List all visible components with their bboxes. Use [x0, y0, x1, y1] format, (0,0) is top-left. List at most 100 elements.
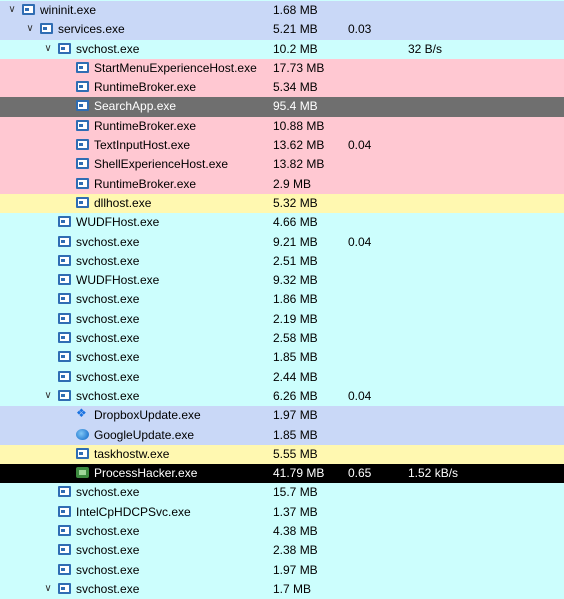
process-name: StartMenuExperienceHost.exe — [94, 60, 257, 75]
process-row[interactable]: WUDFHost.exe 9.32 MB — [0, 271, 564, 291]
process-hacker-window: { "processes": [ {"name":"wininit.exe","… — [0, 0, 564, 599]
chevron-down-icon[interactable]: ∨ — [42, 582, 54, 596]
process-tree: ∨ wininit.exe 1.68 MB ∨ services.exe 5.21 MB 0… — [0, 1, 564, 599]
window-icon — [58, 254, 71, 266]
process-row[interactable]: svchost.exe 4.38 MB — [0, 522, 564, 542]
process-name: RuntimeBroker.exe — [94, 80, 197, 95]
private-bytes-cell: 1.85 MB — [273, 427, 318, 442]
process-name: svchost.exe — [76, 350, 140, 365]
process-name: WUDFHost.exe — [76, 215, 160, 230]
process-row[interactable]: IntelCpHDCPSvc.exe 1.37 MB — [0, 502, 564, 523]
private-bytes-cell: 1.7 MB — [273, 581, 312, 596]
process-name: svchost.exe — [76, 253, 140, 268]
process-name: svchost.exe — [76, 292, 140, 307]
process-name: RuntimeBroker.exe — [94, 176, 197, 191]
private-bytes-cell: 10.2 MB — [273, 41, 318, 56]
process-row[interactable]: svchost.exe 9.21 MB 0.04 — [0, 232, 564, 252]
process-row[interactable]: RuntimeBroker.exe 2.9 MB — [0, 174, 564, 194]
process-row[interactable]: dllhost.exe 5.32 MB — [0, 193, 564, 214]
window-icon — [58, 582, 71, 594]
process-name: GoogleUpdate.exe — [94, 427, 195, 442]
window-icon — [22, 4, 35, 15]
process-name: svchost.exe — [76, 388, 140, 403]
private-bytes-cell: 1.86 MB — [273, 292, 318, 307]
chevron-down-icon[interactable]: ∨ — [42, 42, 54, 56]
process-row[interactable]: svchost.exe 2.19 MB — [0, 309, 564, 330]
process-row[interactable]: taskhostw.exe 5.55 MB — [0, 444, 564, 465]
process-name: svchost.exe — [76, 311, 140, 326]
process-row[interactable]: ∨ services.exe 5.21 MB 0.03 — [0, 20, 564, 40]
window-icon — [58, 235, 71, 247]
process-row[interactable]: svchost.exe 2.58 MB — [0, 329, 564, 349]
cpu-cell: 0.04 — [348, 388, 372, 403]
private-bytes-cell: 6.26 MB — [273, 388, 318, 403]
process-name: svchost.exe — [76, 562, 140, 577]
dropbox-icon — [76, 406, 89, 420]
window-icon — [58, 525, 71, 537]
window-icon — [58, 486, 71, 498]
window-icon — [58, 563, 71, 575]
private-bytes-cell: 2.19 MB — [273, 311, 318, 326]
window-icon — [76, 177, 89, 189]
process-row[interactable]: svchost.exe 1.85 MB — [0, 348, 564, 368]
process-row[interactable]: svchost.exe 1.97 MB — [0, 560, 564, 580]
chevron-down-icon[interactable]: ∨ — [24, 22, 36, 36]
process-row[interactable]: RuntimeBroker.exe 5.34 MB — [0, 78, 564, 98]
process-name: WUDFHost.exe — [76, 273, 160, 288]
private-bytes-cell: 2.58 MB — [273, 331, 318, 346]
private-bytes-cell: 1.97 MB — [273, 562, 318, 577]
private-bytes-cell: 5.32 MB — [273, 195, 318, 210]
process-row[interactable]: ∨ svchost.exe 6.26 MB 0.04 — [0, 386, 564, 407]
window-icon — [58, 216, 71, 228]
process-row[interactable]: ∨ svchost.exe 1.7 MB — [0, 579, 564, 599]
process-name: SearchApp.exe — [94, 99, 177, 114]
process-name: ShellExperienceHost.exe — [94, 157, 229, 172]
process-name: svchost.exe — [76, 41, 140, 56]
process-row[interactable]: svchost.exe 2.44 MB — [0, 367, 564, 387]
process-row[interactable]: svchost.exe 2.51 MB — [0, 251, 564, 272]
private-bytes-cell: 2.9 MB — [273, 176, 312, 191]
process-row[interactable]: ∨ wininit.exe 1.68 MB — [0, 1, 564, 21]
window-icon — [40, 23, 53, 35]
process-row[interactable]: ∨ svchost.exe 10.2 MB 32 B/s — [0, 39, 564, 59]
window-icon — [58, 293, 71, 305]
process-name: DropboxUpdate.exe — [94, 408, 201, 423]
private-bytes-cell: 1.97 MB — [273, 408, 318, 423]
window-icon — [76, 61, 89, 73]
private-bytes-cell: 13.62 MB — [273, 138, 325, 153]
google-update-icon — [76, 428, 89, 440]
process-name: services.exe — [58, 22, 125, 37]
process-row[interactable]: RuntimeBroker.exe 10.88 MB — [0, 116, 564, 137]
process-row[interactable]: svchost.exe 15.7 MB — [0, 483, 564, 503]
private-bytes-cell: 2.51 MB — [273, 253, 318, 268]
process-row[interactable]: StartMenuExperienceHost.exe 17.73 MB — [0, 58, 564, 79]
chevron-down-icon[interactable]: ∨ — [42, 389, 54, 403]
process-name: wininit.exe — [40, 3, 97, 17]
process-row[interactable]: WUDFHost.exe 4.66 MB — [0, 213, 564, 233]
chevron-down-icon[interactable]: ∨ — [6, 3, 18, 17]
process-name: RuntimeBroker.exe — [94, 118, 197, 133]
private-bytes-cell: 17.73 MB — [273, 60, 325, 75]
private-bytes-cell: 5.55 MB — [273, 446, 318, 461]
process-name: TextInputHost.exe — [94, 138, 191, 153]
process-row[interactable]: ProcessHacker.exe 41.79 MB 0.65 1.52 kB/s — [0, 464, 564, 484]
process-row[interactable]: GoogleUpdate.exe 1.85 MB — [0, 425, 564, 445]
process-row[interactable]: svchost.exe 1.86 MB — [0, 290, 564, 310]
window-icon — [58, 370, 71, 382]
process-row[interactable]: ShellExperienceHost.exe 13.82 MB — [0, 155, 564, 175]
process-row[interactable]: svchost.exe 2.38 MB — [0, 541, 564, 561]
window-icon — [58, 312, 71, 324]
process-row[interactable]: TextInputHost.exe 13.62 MB 0.04 — [0, 136, 564, 156]
window-icon — [58, 389, 71, 401]
private-bytes-cell: 5.34 MB — [273, 80, 318, 95]
private-bytes-cell: 10.88 MB — [273, 118, 325, 133]
private-bytes-cell: 95.4 MB — [273, 99, 318, 114]
window-icon — [76, 196, 89, 208]
process-row[interactable]: SearchApp.exe 95.4 MB — [0, 97, 564, 117]
process-name: svchost.exe — [76, 485, 140, 500]
process-name: dllhost.exe — [94, 195, 152, 210]
window-icon — [76, 139, 89, 151]
process-row[interactable]: DropboxUpdate.exe 1.97 MB — [0, 406, 564, 426]
window-icon — [76, 119, 89, 131]
private-bytes-cell: 13.82 MB — [273, 157, 325, 172]
